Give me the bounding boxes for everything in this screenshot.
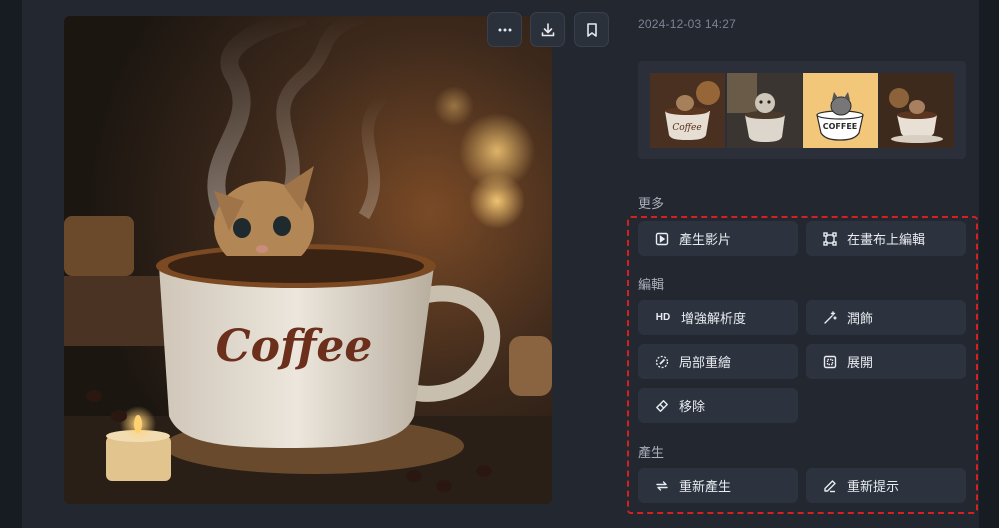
video-plus-icon [654, 231, 670, 247]
expand-icon [822, 354, 838, 370]
expand-button[interactable]: 展開 [806, 344, 966, 379]
section-label-edit: 編輯 [638, 277, 665, 292]
retouch-button[interactable]: 潤飾 [806, 300, 966, 335]
thumbnail-1[interactable]: Coffee [650, 73, 725, 148]
upscale-button[interactable]: HD 增強解析度 [638, 300, 798, 335]
thumbnail-strip: Coffee COFFEE [638, 61, 966, 159]
cup-coffee-text: Coffee [216, 321, 373, 372]
reprompt-button[interactable]: 重新提示 [806, 468, 966, 503]
more-options-button[interactable] [487, 12, 522, 47]
thumbnail-1-caption: Coffee [672, 123, 701, 133]
timestamp: 2024-12-03 14:27 [638, 17, 736, 31]
thumbnail-3-caption: COFFEE [823, 122, 858, 131]
upscale-label: 增強解析度 [681, 312, 747, 327]
section-label-generate: 產生 [638, 445, 665, 460]
inpaint-label: 局部重繪 [679, 356, 732, 371]
inpaint-brush-icon [654, 354, 670, 370]
generated-image[interactable]: Coffee [64, 16, 552, 504]
download-icon [541, 22, 554, 36]
generate-video-button[interactable]: 產生影片 [638, 221, 798, 256]
canvas-edit-icon [822, 231, 838, 247]
regenerate-label: 重新產生 [679, 480, 732, 495]
generate-video-label: 產生影片 [679, 233, 732, 248]
edit-on-canvas-label: 在畫布上編輯 [847, 233, 926, 248]
eraser-icon [654, 398, 670, 414]
thumbnail-3-selected[interactable]: COFFEE [803, 73, 878, 148]
thumbnail-2[interactable] [727, 73, 802, 148]
more-icon [498, 28, 511, 31]
pencil-icon [822, 478, 838, 494]
section-label-more: 更多 [638, 196, 665, 211]
reprompt-label: 重新提示 [847, 480, 900, 495]
remove-label: 移除 [679, 400, 706, 415]
regenerate-button[interactable]: 重新產生 [638, 468, 798, 503]
bookmark-button[interactable] [574, 12, 609, 47]
hd-icon: HD [655, 312, 671, 323]
inpaint-button[interactable]: 局部重繪 [638, 344, 798, 379]
remove-button[interactable]: 移除 [638, 388, 798, 423]
bookmark-icon [586, 22, 597, 37]
retouch-label: 潤飾 [847, 312, 874, 327]
edit-on-canvas-button[interactable]: 在畫布上編輯 [806, 221, 966, 256]
expand-label: 展開 [847, 356, 874, 371]
regenerate-icon [654, 478, 670, 494]
magic-wand-icon [822, 310, 838, 326]
thumbnail-4[interactable] [879, 73, 954, 148]
download-button[interactable] [530, 12, 565, 47]
